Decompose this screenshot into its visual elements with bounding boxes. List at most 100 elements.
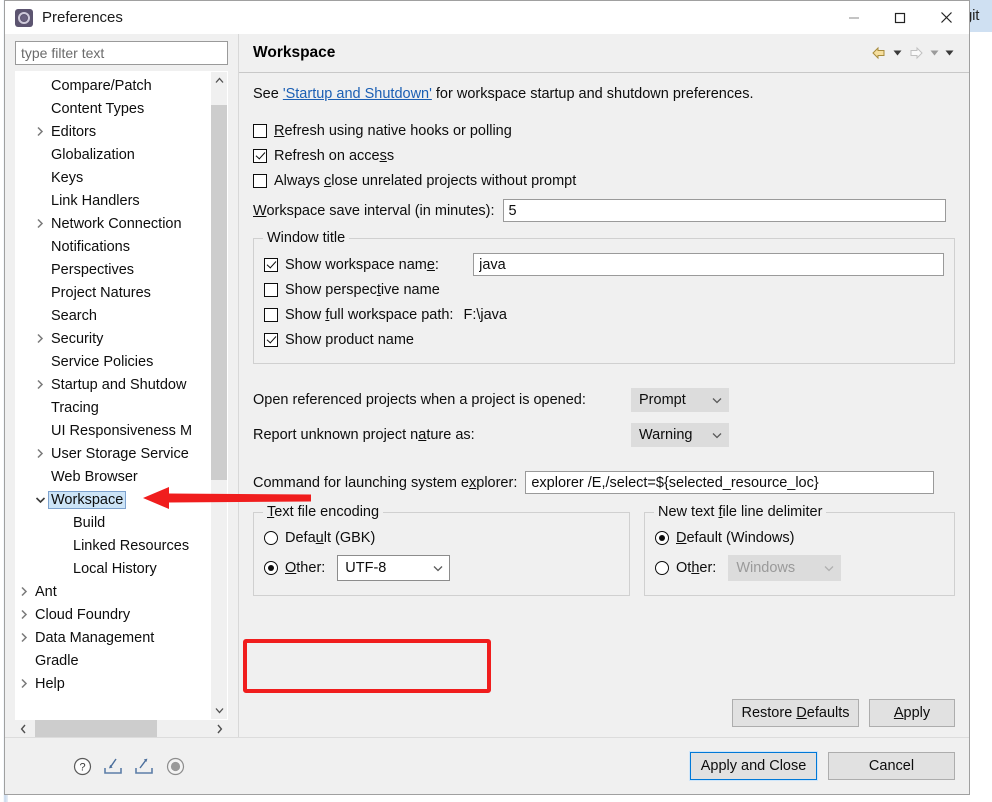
sidebar-item-label: Cloud Foundry xyxy=(35,606,131,623)
back-menu-chevron-down-icon[interactable] xyxy=(890,42,905,64)
report-unknown-nature-dropdown[interactable]: Warning xyxy=(631,423,729,447)
sidebar-item-globalization[interactable]: Globalization xyxy=(16,143,210,166)
svg-text:?: ? xyxy=(79,761,85,773)
sidebar-item-content-types[interactable]: Content Types xyxy=(16,97,210,120)
checkbox-refresh-native-hooks[interactable]: Refresh using native hooks or polling xyxy=(253,119,955,142)
radio-button[interactable] xyxy=(655,561,669,575)
record-icon[interactable] xyxy=(164,755,186,777)
checkbox-box[interactable] xyxy=(264,307,278,322)
checkbox-box[interactable] xyxy=(253,148,267,163)
radio-encoding-other[interactable]: Other: UTF-8 xyxy=(264,555,619,581)
sidebar-item-project-natures[interactable]: Project Natures xyxy=(16,281,210,304)
checkbox-refresh-on-access[interactable]: Refresh on access xyxy=(253,144,955,167)
sidebar-item-data-management[interactable]: Data Management xyxy=(16,626,210,649)
scroll-right-icon[interactable] xyxy=(211,720,228,737)
preferences-tree[interactable]: Compare/Patch Content Types Editors Globali… xyxy=(16,72,210,719)
dialog-title: Preferences xyxy=(42,9,123,26)
checkbox-box[interactable] xyxy=(264,332,278,347)
checkbox-show-workspace-name[interactable]: Show workspace name: xyxy=(264,253,944,276)
sidebar-item-label: Editors xyxy=(51,123,97,140)
restore-defaults-button[interactable]: Restore Defaults xyxy=(732,699,859,727)
sidebar-item-workspace[interactable]: Workspace xyxy=(16,488,210,511)
sidebar-item-tracing[interactable]: Tracing xyxy=(16,396,210,419)
workspace-name-input[interactable] xyxy=(473,253,944,276)
chevron-right-icon[interactable] xyxy=(16,609,32,620)
scroll-down-icon[interactable] xyxy=(211,702,227,719)
sidebar-item-gradle[interactable]: Gradle xyxy=(16,649,210,672)
radio-button[interactable] xyxy=(264,531,278,545)
checkbox-box[interactable] xyxy=(264,282,278,297)
search-input[interactable] xyxy=(15,41,228,65)
sidebar-item-compare-patch[interactable]: Compare/Patch xyxy=(16,74,210,97)
tree-hscroll-thumb[interactable] xyxy=(35,720,157,737)
chevron-right-icon[interactable] xyxy=(32,218,48,229)
sidebar-item-startup-and-shutdow[interactable]: Startup and Shutdow xyxy=(16,373,210,396)
encoding-dropdown[interactable]: UTF-8 xyxy=(337,555,451,581)
sidebar-item-user-storage-service[interactable]: User Storage Service xyxy=(16,442,210,465)
scroll-left-icon[interactable] xyxy=(15,720,32,737)
chevron-right-icon[interactable] xyxy=(16,632,32,643)
save-interval-label: Workspace save interval (in minutes): xyxy=(253,202,495,219)
sidebar-item-keys[interactable]: Keys xyxy=(16,166,210,189)
save-interval-input[interactable] xyxy=(502,199,946,222)
radio-button[interactable] xyxy=(655,531,669,545)
sidebar-item-service-policies[interactable]: Service Policies xyxy=(16,350,210,373)
sidebar-item-cloud-foundry[interactable]: Cloud Foundry xyxy=(16,603,210,626)
tree-horizontal-scrollbar[interactable] xyxy=(15,720,228,737)
chevron-right-icon[interactable] xyxy=(32,379,48,390)
checkbox-show-product-name[interactable]: Show product name xyxy=(264,328,944,351)
sidebar-item-ui-responsiveness-m[interactable]: UI Responsiveness M xyxy=(16,419,210,442)
radio-button[interactable] xyxy=(264,561,278,575)
sidebar-item-network-connection[interactable]: Network Connection xyxy=(16,212,210,235)
chevron-right-icon[interactable] xyxy=(32,333,48,344)
more-menu-chevron-down-icon[interactable] xyxy=(942,42,957,64)
sidebar-item-linked-resources[interactable]: Linked Resources xyxy=(16,534,210,557)
radio-label: Default (GBK) xyxy=(285,530,376,546)
checkbox-box[interactable] xyxy=(264,257,278,272)
chevron-right-icon[interactable] xyxy=(32,126,48,137)
startup-and-shutdown-link[interactable]: 'Startup and Shutdown' xyxy=(283,86,432,102)
sidebar-item-perspectives[interactable]: Perspectives xyxy=(16,258,210,281)
sidebar-item-web-browser[interactable]: Web Browser xyxy=(16,465,210,488)
chevron-down-icon[interactable] xyxy=(32,496,48,504)
line-delimiter-group: New text file line delimiter Default (Wi… xyxy=(644,504,955,596)
tree-scroll-thumb[interactable] xyxy=(211,105,227,480)
chevron-right-icon[interactable] xyxy=(32,448,48,459)
sidebar-item-notifications[interactable]: Notifications xyxy=(16,235,210,258)
sidebar-item-ant[interactable]: Ant xyxy=(16,580,210,603)
checkbox-show-full-workspace-path[interactable]: Show full workspace path: F:\java xyxy=(264,303,944,326)
import-icon[interactable] xyxy=(102,755,124,777)
radio-encoding-default[interactable]: Default (GBK) xyxy=(264,525,619,551)
chevron-right-icon[interactable] xyxy=(16,586,32,597)
checkbox-always-close-unrelated[interactable]: Always close unrelated projects without … xyxy=(253,169,955,192)
preferences-sidebar: Compare/Patch Content Types Editors Globali… xyxy=(5,34,238,737)
tree-vertical-scrollbar[interactable] xyxy=(210,72,227,719)
sidebar-item-link-handlers[interactable]: Link Handlers xyxy=(16,189,210,212)
help-icon[interactable]: ? xyxy=(71,755,93,777)
checkbox-show-perspective-name[interactable]: Show perspective name xyxy=(264,278,944,301)
system-explorer-input[interactable] xyxy=(525,471,935,494)
sidebar-item-local-history[interactable]: Local History xyxy=(16,557,210,580)
minimize-icon[interactable] xyxy=(831,1,877,34)
checkbox-box[interactable] xyxy=(253,123,267,138)
cancel-button[interactable]: Cancel xyxy=(828,752,955,780)
scroll-up-icon[interactable] xyxy=(211,72,227,89)
sidebar-item-search[interactable]: Search xyxy=(16,304,210,327)
page-content: See 'Startup and Shutdown' for workspace… xyxy=(239,73,969,688)
checkbox-box[interactable] xyxy=(253,173,267,188)
sidebar-item-label: Build xyxy=(73,514,106,531)
radio-delimiter-default[interactable]: Default (Windows) xyxy=(655,525,944,551)
chevron-right-icon[interactable] xyxy=(16,678,32,689)
apply-and-close-button[interactable]: Apply and Close xyxy=(690,752,817,780)
radio-delimiter-other[interactable]: Other: Windows xyxy=(655,555,944,581)
maximize-icon[interactable] xyxy=(877,1,923,34)
sidebar-item-build[interactable]: Build xyxy=(16,511,210,534)
apply-button[interactable]: Apply xyxy=(869,699,955,727)
close-icon[interactable] xyxy=(923,1,969,34)
sidebar-item-help[interactable]: Help xyxy=(16,672,210,695)
sidebar-item-security[interactable]: Security xyxy=(16,327,210,350)
sidebar-item-editors[interactable]: Editors xyxy=(16,120,210,143)
export-icon[interactable] xyxy=(133,755,155,777)
back-arrow-icon[interactable] xyxy=(868,42,890,64)
open-referenced-projects-dropdown[interactable]: Prompt xyxy=(631,388,729,412)
